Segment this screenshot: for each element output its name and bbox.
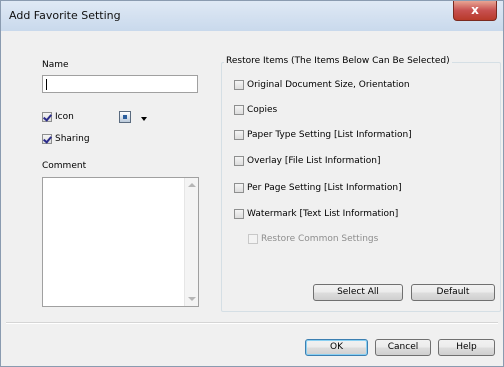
restore-item-label: Watermark [Text List Information] [247, 209, 399, 219]
restore-item[interactable]: Overlay [File List Information] [234, 156, 380, 167]
help-button[interactable]: Help [438, 339, 495, 356]
restore-item-checkbox[interactable] [234, 209, 244, 219]
restore-item-checkbox[interactable] [234, 105, 244, 115]
name-label: Name [42, 60, 69, 70]
icon-checkbox-row[interactable]: Icon [42, 112, 74, 123]
restore-item-checkbox[interactable] [234, 130, 244, 140]
icon-select[interactable] [113, 109, 153, 127]
name-input[interactable] [42, 75, 198, 93]
restore-item-label: Original Document Size, Orientation [247, 80, 410, 90]
restore-item-label: Paper Type Setting [List Information] [247, 130, 412, 140]
dialog-body: Name Icon Sharing Comment Restore Items … [6, 31, 501, 361]
restore-item[interactable]: Per Page Setting [List Information] [234, 183, 402, 194]
sharing-checkbox-row[interactable]: Sharing [42, 134, 90, 145]
select-all-button[interactable]: Select All [313, 284, 403, 301]
sharing-checkbox[interactable] [42, 134, 52, 144]
restore-item-checkbox[interactable] [234, 80, 244, 90]
scroll-down-icon[interactable] [188, 297, 196, 301]
scroll-up-icon[interactable] [188, 183, 196, 187]
restore-common-checkbox[interactable] [248, 234, 258, 244]
comment-label: Comment [42, 161, 87, 171]
close-icon: x [471, 3, 479, 17]
sharing-label: Sharing [55, 134, 90, 144]
restore-common-label: Restore Common Settings [261, 234, 379, 244]
dialog-title: Add Favorite Setting [9, 9, 121, 22]
restore-item[interactable]: Watermark [Text List Information] [234, 209, 398, 220]
restore-item[interactable]: Original Document Size, Orientation [234, 80, 410, 91]
text-caret [46, 79, 47, 90]
comment-textarea[interactable] [42, 177, 199, 307]
restore-item-label: Per Page Setting [List Information] [247, 183, 402, 193]
icon-checkbox[interactable] [42, 112, 52, 122]
ok-button[interactable]: OK [305, 339, 368, 356]
restore-item-checkbox[interactable] [234, 183, 244, 193]
printer-settings-icon [119, 111, 131, 123]
dialog-window: Add Favorite Setting x Name Icon Sharing… [0, 0, 504, 367]
restore-item[interactable]: Paper Type Setting [List Information] [234, 130, 412, 141]
restore-items-title: Restore Items (The Items Below Can Be Se… [224, 56, 452, 66]
footer-separator [6, 322, 498, 324]
restore-item-label: Copies [247, 105, 278, 115]
cancel-button[interactable]: Cancel [375, 339, 431, 356]
restore-item-checkbox[interactable] [234, 156, 244, 166]
restore-common-settings[interactable]: Restore Common Settings [248, 234, 378, 245]
restore-item-label: Overlay [File List Information] [247, 156, 381, 166]
comment-scrollbar[interactable] [184, 178, 198, 306]
icon-label: Icon [55, 112, 74, 122]
chevron-down-icon [141, 117, 147, 121]
default-button[interactable]: Default [411, 284, 495, 301]
close-button[interactable]: x [453, 1, 497, 21]
title-bar: Add Favorite Setting x [1, 1, 503, 31]
restore-item[interactable]: Copies [234, 105, 277, 116]
